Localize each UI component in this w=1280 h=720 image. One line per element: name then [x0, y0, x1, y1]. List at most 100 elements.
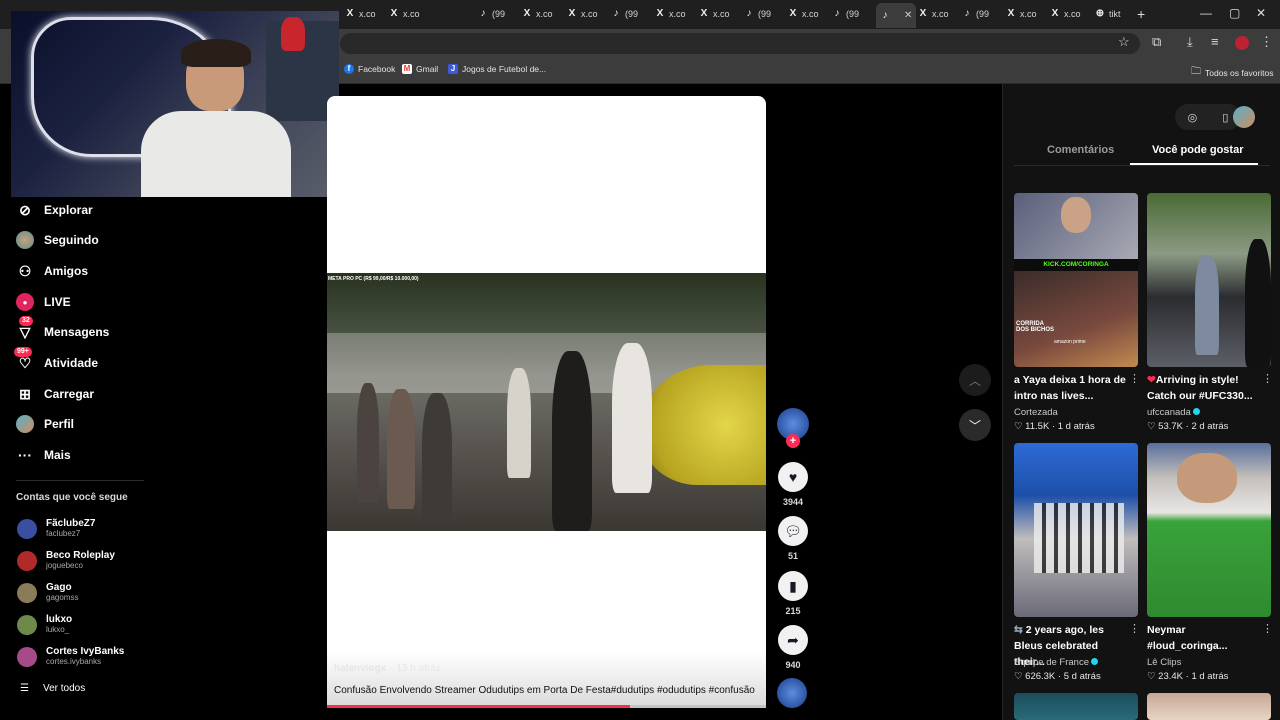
following-account[interactable]: FãclubeZ7 faclubez7: [17, 518, 95, 539]
phone-icon[interactable]: ▯: [1222, 111, 1228, 124]
music-disc-icon[interactable]: [777, 678, 807, 708]
card-title[interactable]: Neymar #loud_coringa...: [1147, 622, 1259, 654]
following-account[interactable]: Cortes IvyBanks cortes.ivybanks: [17, 646, 124, 667]
heart-icon[interactable]: ♥: [778, 462, 808, 492]
browser-tab[interactable]: ♪ (99: [962, 4, 990, 24]
next-video-button[interactable]: ﹀: [959, 409, 991, 441]
card-title[interactable]: a Yaya deixa 1 hora de intro nas lives..…: [1014, 372, 1126, 404]
profile-icon[interactable]: [1235, 36, 1249, 50]
notification-badge: 99+: [14, 347, 32, 357]
video-author[interactable]: halanviogx · 13 h atrás: [334, 663, 441, 674]
maximize-icon[interactable]: ▢: [1229, 6, 1240, 20]
bookmark-gmail[interactable]: M Gmail: [402, 64, 438, 74]
nav-atividade[interactable]: ♡ 99+ Atividade: [14, 347, 98, 372]
browser-tab[interactable]: Xx.co: [389, 4, 420, 24]
share-action[interactable]: ➦ 940: [777, 625, 809, 670]
nav-label: Carregar: [44, 387, 95, 401]
close-tab-icon[interactable]: ✕: [904, 10, 912, 21]
nav-seguindo[interactable]: Seguindo: [16, 231, 99, 249]
more-options-icon[interactable]: ⋮: [1262, 622, 1273, 635]
bookmark-jogos[interactable]: J Jogos de Futebol de...: [448, 64, 546, 74]
new-tab-icon[interactable]: +: [1137, 6, 1145, 22]
video-progress-bar[interactable]: [327, 705, 766, 708]
browser-tab[interactable]: Xx.co: [788, 4, 819, 24]
browser-tab[interactable]: ♪ (99: [744, 4, 772, 24]
more-options-icon[interactable]: ⋮: [1262, 372, 1273, 385]
share-icon[interactable]: ➦: [778, 625, 808, 655]
video-player[interactable]: META PRO PC (R$ 99,00/R$ 10.000,00) hala…: [327, 96, 766, 708]
browser-tab[interactable]: Xx.co: [345, 4, 376, 24]
following-account[interactable]: Beco Roleplay joguebeco: [17, 550, 115, 571]
comment-action[interactable]: 💬︎ 51: [777, 516, 809, 561]
media-controls-icon[interactable]: ≡: [1211, 34, 1219, 49]
x-logo-icon: X: [656, 8, 664, 19]
follow-plus-icon[interactable]: +: [786, 434, 800, 448]
like-action[interactable]: ♥ 3944: [777, 462, 809, 507]
browser-tab[interactable]: Xx.co: [655, 4, 686, 24]
save-action[interactable]: ▮ 215: [777, 571, 809, 616]
browser-tab[interactable]: ♪ (99: [478, 4, 506, 24]
card-stats: ♡ 626.3K · 5 d atrás: [1014, 671, 1101, 682]
nav-mais[interactable]: ··· Mais: [16, 446, 71, 464]
bookmark-label: Facebook: [358, 64, 396, 74]
video-thumbnail[interactable]: [1014, 693, 1138, 720]
browser-tab[interactable]: Xx.co: [567, 4, 598, 24]
video-thumbnail[interactable]: [1147, 443, 1271, 617]
card-author[interactable]: ufccanada: [1147, 407, 1200, 418]
browser-tab[interactable]: Xx.co: [699, 4, 730, 24]
nav-amigos[interactable]: ⚇ Amigos: [16, 262, 88, 280]
download-icon[interactable]: ⤓: [1187, 34, 1193, 50]
omnibox-input[interactable]: [340, 33, 1140, 54]
share-count: 940: [785, 660, 801, 670]
more-options-icon[interactable]: ⋮: [1129, 622, 1140, 635]
browser-tab[interactable]: Xx.co: [918, 4, 949, 24]
browser-tab[interactable]: Xx.co: [522, 4, 553, 24]
post-age: 1 d atrás: [1057, 421, 1095, 432]
nav-mensagens[interactable]: ▽ 32 Mensagens: [16, 316, 109, 341]
video-overlay-caption: META PRO PC (R$ 99,00/R$ 10.000,00): [328, 276, 419, 282]
following-account[interactable]: Gago gagomss: [17, 582, 78, 603]
bookmark-icon[interactable]: ▮: [778, 571, 808, 601]
video-thumbnail[interactable]: [1014, 443, 1138, 617]
video-thumbnail[interactable]: [1147, 193, 1271, 367]
previous-video-button[interactable]: ︿: [959, 364, 991, 396]
nav-perfil[interactable]: Perfil: [16, 415, 74, 433]
browser-tab[interactable]: ♪ (99: [832, 4, 860, 24]
nav-live[interactable]: ● LIVE: [16, 293, 71, 311]
tab-suggested[interactable]: Você pode gostar: [1152, 144, 1243, 156]
compass-icon[interactable]: ◎: [1188, 111, 1198, 124]
browser-tab[interactable]: ♪ ✕: [876, 3, 917, 28]
x-logo-icon: X: [390, 8, 398, 19]
browser-tab[interactable]: Xx.co: [1050, 4, 1081, 24]
video-thumbnail[interactable]: [1147, 693, 1271, 720]
minimize-icon[interactable]: —: [1200, 6, 1212, 20]
browser-tab[interactable]: Xx.co: [1006, 4, 1037, 24]
card-stats: ♡ 11.5K · 1 d atrás: [1014, 421, 1095, 432]
user-avatar[interactable]: [1233, 106, 1255, 128]
bookmark-star-icon[interactable]: ☆: [1118, 34, 1130, 50]
browser-tab[interactable]: ♪ (99: [611, 4, 639, 24]
comment-count: 51: [787, 551, 798, 561]
bookmark-facebook[interactable]: f Facebook: [344, 64, 395, 74]
description-text: Confusão Envolvendo Streamer Odudutips e…: [334, 685, 755, 696]
nav-carregar[interactable]: ⊞ Carregar: [16, 385, 94, 403]
all-bookmarks-button[interactable]: 🗀 Todos os favoritos: [1191, 64, 1274, 81]
browser-tab[interactable]: ⊕ tikt: [1095, 4, 1121, 24]
see-all-button[interactable]: ☰ Ver todos: [20, 683, 85, 694]
comment-icon[interactable]: 💬︎: [778, 516, 808, 546]
tab-comments[interactable]: Comentários: [1047, 144, 1114, 156]
card-author[interactable]: Lê Clips: [1147, 657, 1181, 668]
kick-banner: KICK.COM/CORINGA: [1014, 259, 1138, 271]
card-author[interactable]: Cortezada: [1014, 407, 1058, 418]
nav-explorar[interactable]: ⊘ Explorar: [16, 201, 93, 219]
video-thumbnail[interactable]: KICK.COM/CORINGA CORRIDA DOS BICHOS amaz…: [1014, 193, 1138, 367]
close-window-icon[interactable]: ✕: [1256, 6, 1266, 20]
more-options-icon[interactable]: ⋮: [1129, 372, 1140, 385]
x-logo-icon: X: [346, 8, 354, 19]
extensions-icon[interactable]: ⧉: [1152, 34, 1161, 50]
bookmark-label: Gmail: [416, 64, 439, 74]
menu-kebab-icon[interactable]: ⋮: [1260, 34, 1273, 50]
following-account[interactable]: lukxo lukxo_: [17, 614, 72, 635]
card-author[interactable]: Equipe de France: [1014, 657, 1098, 668]
card-title[interactable]: ❤Arriving in style! Catch our #UFC330...: [1147, 372, 1259, 404]
